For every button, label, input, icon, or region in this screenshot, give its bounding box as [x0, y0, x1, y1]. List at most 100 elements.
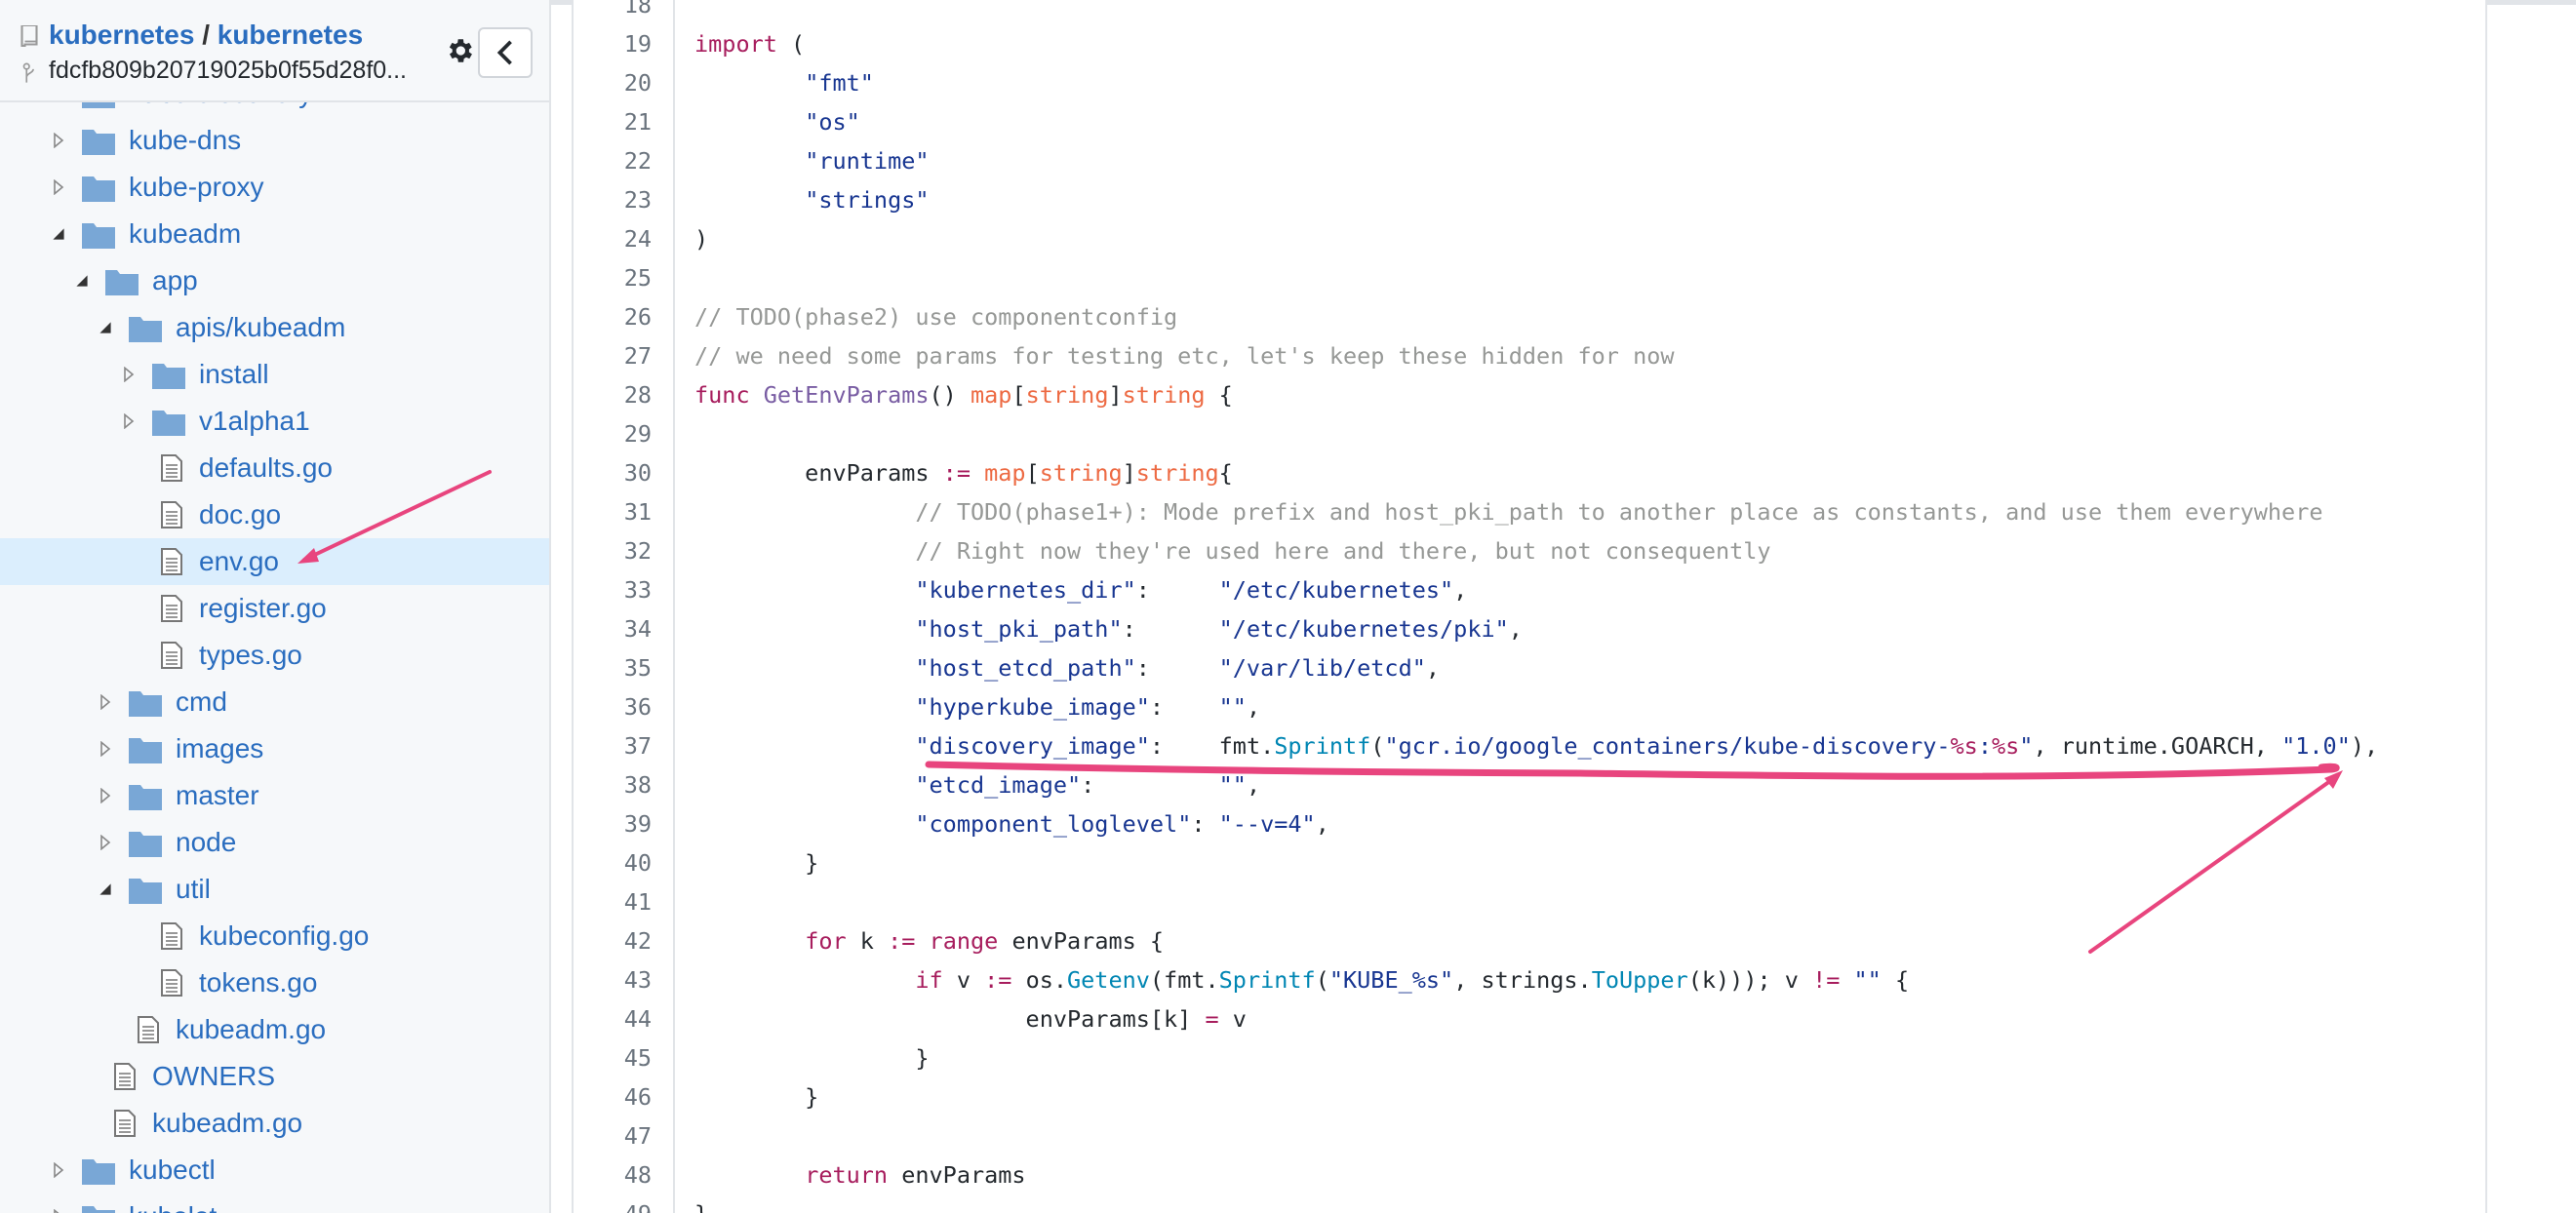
line-number[interactable]: 38: [574, 765, 652, 804]
tree-folder-images[interactable]: images: [0, 725, 549, 772]
code-line: 33 "kubernetes_dir": "/etc/kubernetes",: [574, 570, 2485, 609]
tree-folder-node[interactable]: node: [0, 819, 549, 866]
caret-right-icon[interactable]: [122, 398, 136, 445]
line-number[interactable]: 35: [574, 648, 652, 687]
tree-file-register-go[interactable]: register.go: [0, 585, 549, 632]
caret-right-icon[interactable]: [52, 164, 65, 211]
tree-item-label: kubeadm.go: [176, 1014, 327, 1044]
caret-down-icon[interactable]: [52, 211, 65, 257]
line-number[interactable]: 19: [574, 24, 652, 63]
line-number[interactable]: 49: [574, 1194, 652, 1213]
caret-right-icon[interactable]: [99, 725, 112, 772]
line-number[interactable]: 36: [574, 687, 652, 726]
line-number[interactable]: 46: [574, 1077, 652, 1116]
tree-file-kubeadm-go[interactable]: kubeadm.go: [0, 1006, 549, 1053]
code-text: "os": [805, 108, 860, 136]
line-number[interactable]: 24: [574, 219, 652, 258]
code-line: 36 "hyperkube_image": "",: [574, 687, 2485, 726]
code-text: return envParams: [805, 1161, 1026, 1189]
commit-sha[interactable]: fdcfb809b20719025b0f55d28f0...: [49, 57, 407, 85]
line-number[interactable]: 44: [574, 999, 652, 1038]
line-number[interactable]: 29: [574, 414, 652, 453]
tree-folder-kubelet[interactable]: kubelet: [0, 1193, 549, 1213]
code-text: }: [694, 1194, 708, 1213]
tree-item-label: env.go: [199, 546, 279, 576]
tree-folder-kube-dns[interactable]: kube-dns: [0, 117, 549, 164]
tree-file-tokens-go[interactable]: tokens.go: [0, 959, 549, 1006]
code-text: // TODO(phase2) use componentconfig: [694, 303, 1178, 331]
file-tree-sidebar: kube-discoverykube-dnskube-proxykubeadma…: [0, 0, 551, 1213]
tree-file-owners[interactable]: OWNERS: [0, 1053, 549, 1100]
tree-folder-kubectl[interactable]: kubectl: [0, 1147, 549, 1193]
folder-icon: [129, 687, 162, 717]
tree-folder-app[interactable]: app: [0, 257, 549, 304]
line-number[interactable]: 30: [574, 453, 652, 492]
tree-file-kubeadm-go[interactable]: kubeadm.go: [0, 1100, 549, 1147]
tree-item-label: register.go: [199, 593, 327, 623]
line-number[interactable]: 33: [574, 570, 652, 609]
caret-right-icon[interactable]: [52, 1193, 65, 1213]
line-number[interactable]: 34: [574, 609, 652, 648]
tree-folder-kubeadm[interactable]: kubeadm: [0, 211, 549, 257]
line-number[interactable]: 43: [574, 960, 652, 999]
tree-item-label: kubeconfig.go: [199, 920, 370, 951]
caret-right-icon[interactable]: [99, 679, 112, 725]
caret-right-icon[interactable]: [99, 772, 112, 819]
line-number[interactable]: 32: [574, 531, 652, 570]
line-number[interactable]: 31: [574, 492, 652, 531]
line-number[interactable]: 39: [574, 804, 652, 843]
caret-down-icon[interactable]: [99, 304, 112, 351]
tree-item-label: kube-proxy: [129, 172, 264, 202]
tree-file-doc-go[interactable]: doc.go: [0, 491, 549, 538]
tree-folder-install[interactable]: install: [0, 351, 549, 398]
code-text: // we need some params for testing etc, …: [694, 342, 1675, 370]
caret-down-icon[interactable]: [75, 257, 89, 304]
folder-icon: [152, 360, 185, 389]
tree-item-label: app: [152, 265, 198, 295]
caret-right-icon[interactable]: [52, 1147, 65, 1193]
file-icon: [160, 500, 193, 529]
tree-file-kubeconfig-go[interactable]: kubeconfig.go: [0, 913, 549, 959]
file-icon: [160, 921, 193, 951]
line-number[interactable]: 40: [574, 843, 652, 882]
code-line: 30 envParams := map[string]string{: [574, 453, 2485, 492]
line-number[interactable]: 25: [574, 258, 652, 297]
line-number[interactable]: 23: [574, 180, 652, 219]
caret-right-icon[interactable]: [52, 117, 65, 164]
line-number[interactable]: 20: [574, 63, 652, 102]
tree-item-label: defaults.go: [199, 452, 333, 483]
tree-file-env-go[interactable]: env.go: [0, 538, 549, 585]
line-number[interactable]: 37: [574, 726, 652, 765]
line-number[interactable]: 27: [574, 336, 652, 375]
repo-name-link[interactable]: kubernetes: [218, 20, 363, 50]
tree-file-defaults-go[interactable]: defaults.go: [0, 445, 549, 491]
line-number[interactable]: 48: [574, 1155, 652, 1194]
caret-right-icon[interactable]: [122, 351, 136, 398]
tree-item-label: v1alpha1: [199, 406, 310, 436]
tree-file-types-go[interactable]: types.go: [0, 632, 549, 679]
repo-owner-link[interactable]: kubernetes: [49, 20, 194, 50]
tree-folder-cmd[interactable]: cmd: [0, 679, 549, 725]
line-number[interactable]: 28: [574, 375, 652, 414]
settings-button[interactable]: [440, 31, 479, 70]
line-number[interactable]: 41: [574, 882, 652, 921]
collapse-sidebar-button[interactable]: [478, 27, 533, 78]
line-number[interactable]: 45: [574, 1038, 652, 1077]
caret-right-icon[interactable]: [99, 819, 112, 866]
line-number[interactable]: 21: [574, 102, 652, 141]
code-line: 48 return envParams: [574, 1155, 2485, 1194]
tree-folder-util[interactable]: util: [0, 866, 549, 913]
line-number[interactable]: 18: [574, 0, 652, 24]
line-number[interactable]: 22: [574, 141, 652, 180]
tree-folder-apis-kubeadm[interactable]: apis/kubeadm: [0, 304, 549, 351]
line-number[interactable]: 42: [574, 921, 652, 960]
code-line: 49}: [574, 1194, 2485, 1213]
file-icon: [137, 1015, 170, 1044]
caret-down-icon[interactable]: [99, 866, 112, 913]
line-number[interactable]: 26: [574, 297, 652, 336]
tree-folder-kube-proxy[interactable]: kube-proxy: [0, 164, 549, 211]
line-number[interactable]: 47: [574, 1116, 652, 1155]
code-line: 46 }: [574, 1077, 2485, 1116]
tree-folder-v1alpha1[interactable]: v1alpha1: [0, 398, 549, 445]
tree-folder-master[interactable]: master: [0, 772, 549, 819]
